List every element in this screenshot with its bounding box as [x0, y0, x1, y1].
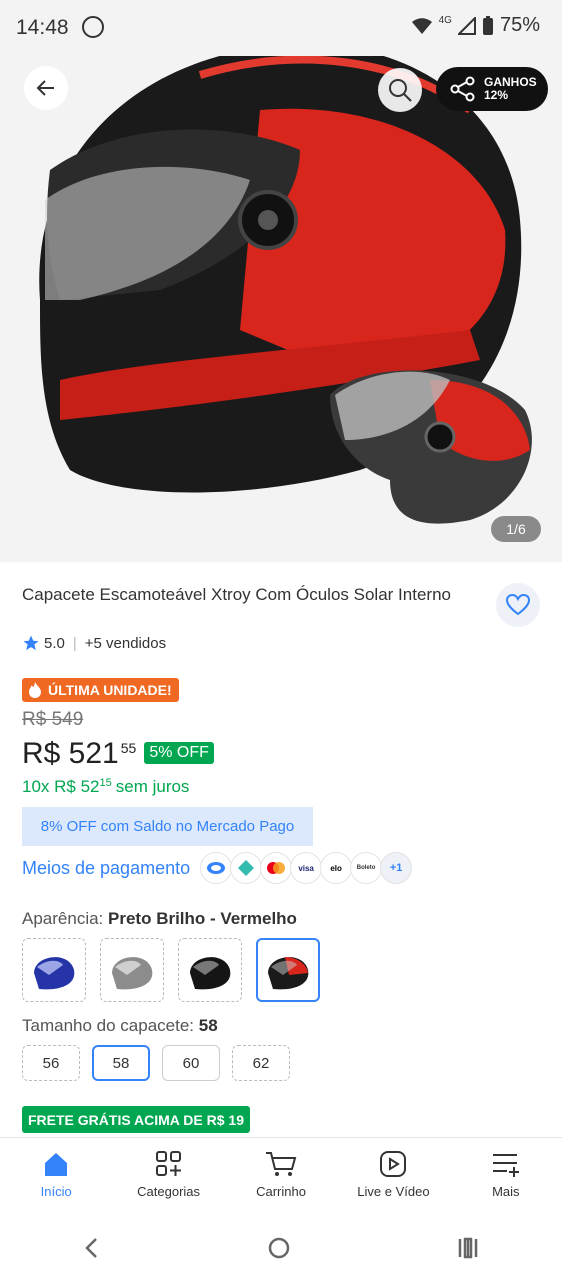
appearance-value: Preto Brilho - Vermelho [108, 909, 297, 928]
status-time: 14:48 [16, 16, 69, 39]
status-bar: 14:48 4G 75% [0, 0, 562, 56]
sold-count: +5 vendidos [84, 634, 167, 652]
back-button[interactable] [24, 66, 68, 110]
search-icon [389, 79, 412, 102]
system-back-icon[interactable] [82, 1236, 102, 1260]
share-line2: 12% [484, 88, 509, 102]
rating-separator: | [72, 634, 77, 652]
size-option-56[interactable]: 56 [22, 1045, 80, 1081]
payment-more-badge: +1 [380, 852, 413, 884]
network-type: 4G [438, 15, 452, 26]
payment-methods-link[interactable]: Meios de pagamento visa elo Boleto +1 [22, 852, 413, 884]
size-options: 56 58 60 62 [22, 1045, 290, 1081]
nav-item-home[interactable]: Início [0, 1138, 112, 1216]
installments-cents: 15 [99, 777, 112, 789]
saldo-offer-banner[interactable]: 8% OFF com Saldo no Mercado Pago [22, 807, 313, 846]
color-swatch-blue[interactable] [22, 938, 86, 1002]
size-option-58[interactable]: 58 [92, 1045, 150, 1081]
free-shipping-badge: FRETE GRÁTIS ACIMA DE R$ 19 [22, 1106, 250, 1133]
whatsapp-icon [82, 16, 104, 38]
nav-item-live-video[interactable]: Live e Vídeo [337, 1138, 449, 1216]
share-earnings-button[interactable]: GANHOS 12% [436, 67, 548, 111]
status-icons: 4G 75% [411, 14, 540, 37]
battery-percent: 75% [499, 14, 540, 36]
pix-icon [230, 852, 263, 884]
color-swatch-gray[interactable] [100, 938, 164, 1002]
size-option-62[interactable]: 62 [232, 1045, 290, 1081]
elo-icon: elo [320, 852, 353, 884]
nav-label: Mais [492, 1184, 520, 1199]
product-title: Capacete Escamoteável Xtroy Com Óculos S… [22, 585, 451, 604]
favorite-button[interactable] [496, 583, 540, 627]
appearance-label: Aparência: Preto Brilho - Vermelho [22, 909, 297, 928]
nav-label: Categorias [137, 1184, 201, 1199]
mercado-pago-icon [200, 852, 233, 884]
size-label: Tamanho do capacete: 58 [22, 1016, 218, 1035]
image-counter: 1/6 [491, 516, 541, 542]
cart-icon [266, 1152, 297, 1176]
system-recents-icon[interactable] [456, 1236, 480, 1260]
wifi-icon [411, 17, 432, 34]
nav-label: Início [40, 1184, 72, 1199]
color-options [22, 938, 320, 1002]
arrow-left-icon [36, 80, 54, 96]
boleto-icon: Boleto [350, 852, 383, 884]
payment-icons: visa elo Boleto +1 [200, 852, 413, 884]
last-unit-label: ÚLTIMA UNIDADE! [48, 682, 172, 698]
size-value: 58 [198, 1016, 218, 1035]
old-price: R$ 549 [22, 709, 84, 730]
price-cents: 55 [120, 740, 137, 756]
payment-methods-label: Meios de pagamento [22, 857, 191, 878]
installments-suffix: sem juros [115, 777, 190, 796]
color-swatch-black[interactable] [178, 938, 242, 1002]
installments: 10x R$ 52 15 sem juros [22, 777, 189, 797]
nav-label: Live e Vídeo [357, 1184, 430, 1199]
heart-icon [506, 594, 530, 616]
price-main: R$ 521 [22, 737, 119, 770]
search-button[interactable] [378, 68, 422, 112]
home-icon [45, 1153, 68, 1176]
battery-icon [482, 15, 493, 35]
bottom-navigation: Início Categorias Carrinho Live e Vídeo … [0, 1137, 562, 1216]
installments-prefix: 10x R$ 52 [22, 777, 100, 796]
fire-icon [29, 682, 41, 698]
rating-value: 5.0 [44, 634, 65, 652]
signal-icon [457, 16, 476, 35]
discount-badge: 5% OFF [144, 742, 214, 764]
share-earnings-label: GANHOS 12% [484, 76, 537, 102]
price: R$ 521 55 5% OFF [22, 737, 214, 771]
share-icon [450, 76, 475, 102]
nav-item-cart[interactable]: Carrinho [225, 1138, 337, 1216]
last-unit-badge: ÚLTIMA UNIDADE! [22, 678, 179, 702]
rating-row[interactable]: 5.0 | +5 vendidos [22, 634, 166, 652]
nav-item-more[interactable]: Mais [450, 1138, 562, 1216]
system-navigation-bar [0, 1215, 562, 1280]
size-option-60[interactable]: 60 [162, 1045, 220, 1081]
visa-icon: visa [290, 852, 323, 884]
play-icon [380, 1151, 407, 1177]
nav-item-categories[interactable]: Categorias [112, 1138, 224, 1216]
menu-plus-icon [492, 1154, 519, 1177]
nav-label: Carrinho [256, 1184, 306, 1199]
mastercard-icon [260, 852, 293, 884]
star-icon [23, 635, 39, 651]
color-swatch-black-red[interactable] [256, 938, 320, 1002]
categories-icon [155, 1151, 181, 1176]
system-home-icon[interactable] [267, 1236, 291, 1260]
